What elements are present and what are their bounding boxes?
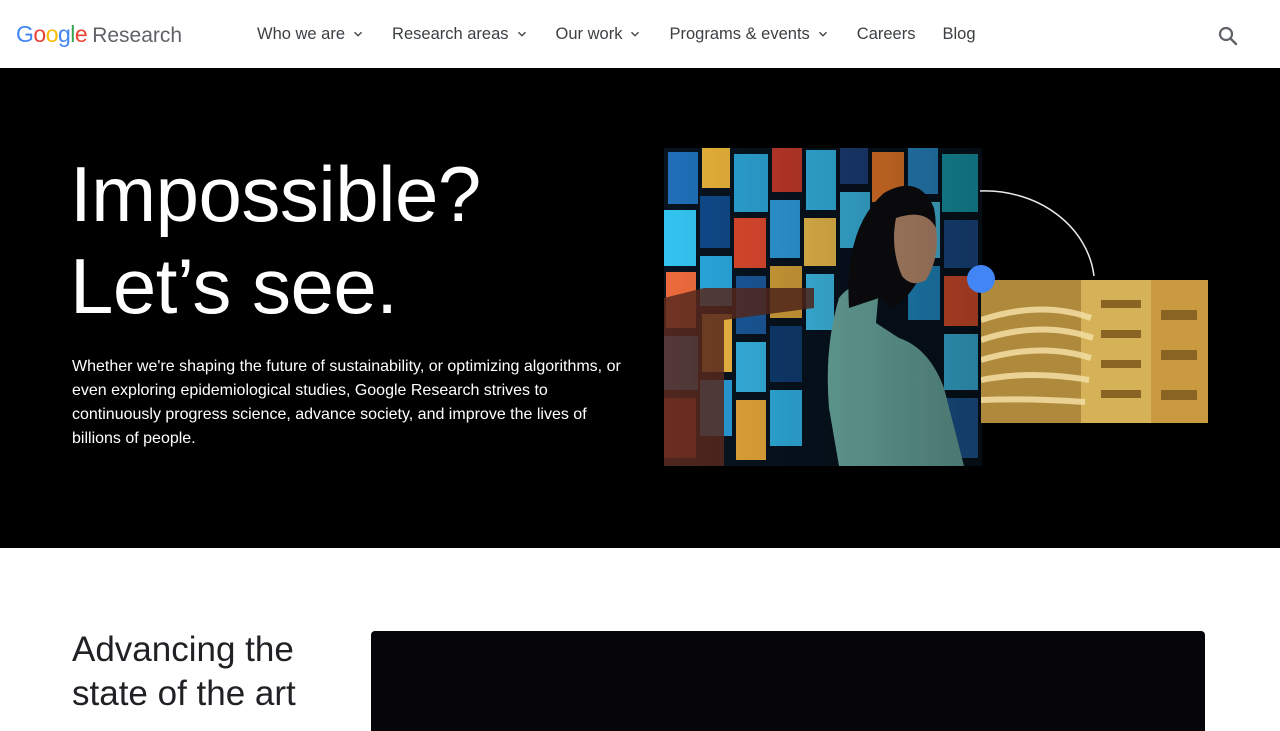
- nav-who-we-are[interactable]: Who we are: [257, 25, 365, 44]
- hero-title-line-1: Impossible?: [70, 150, 481, 238]
- logo-product-name: Research: [92, 24, 183, 47]
- nav-label: Our work: [555, 24, 623, 43]
- chevron-down-icon: [354, 31, 363, 37]
- screen-wall-illustration: [664, 148, 982, 466]
- chevron-down-icon: [631, 31, 640, 37]
- google-wordmark: Google: [16, 21, 88, 47]
- nav-label: Careers: [856, 24, 916, 43]
- main-nav: Who we are Research areas Our work Progr…: [257, 0, 1003, 68]
- nav-label: Programs & events: [669, 24, 810, 43]
- nav-our-work[interactable]: Our work: [556, 25, 643, 44]
- nav-label: Who we are: [257, 24, 346, 43]
- hero-description: Whether we're shaping the future of sust…: [72, 358, 621, 447]
- nav-blog[interactable]: Blog: [942, 25, 975, 44]
- video-player[interactable]: [371, 631, 1205, 731]
- hero-title: Impossible? Let’s see.: [70, 148, 481, 332]
- google-research-logo[interactable]: Google Research: [16, 21, 182, 48]
- chevron-down-icon: [818, 31, 827, 37]
- hero-photo-hardware: [981, 280, 1208, 423]
- quantum-hardware-illustration: [981, 280, 1208, 423]
- nav-programs-events[interactable]: Programs & events: [669, 25, 829, 44]
- site-header: Google Research Who we are Research area…: [0, 0, 1280, 68]
- nav-label: Blog: [942, 24, 976, 43]
- hero-photo-screens: [664, 148, 982, 466]
- nav-research-areas[interactable]: Research areas: [392, 25, 528, 44]
- search-icon: [1218, 26, 1238, 46]
- nav-careers[interactable]: Careers: [857, 25, 916, 44]
- section-title: Advancing the state of the art: [72, 630, 296, 713]
- hero-title-line-2: Let’s see.: [70, 242, 398, 330]
- search-button[interactable]: [1216, 24, 1240, 48]
- nav-label: Research areas: [392, 24, 509, 43]
- decorative-blue-dot: [967, 265, 995, 293]
- hero-section: Impossible? Let’s see. Whether we're sha…: [0, 68, 1280, 548]
- chevron-down-icon: [517, 31, 526, 37]
